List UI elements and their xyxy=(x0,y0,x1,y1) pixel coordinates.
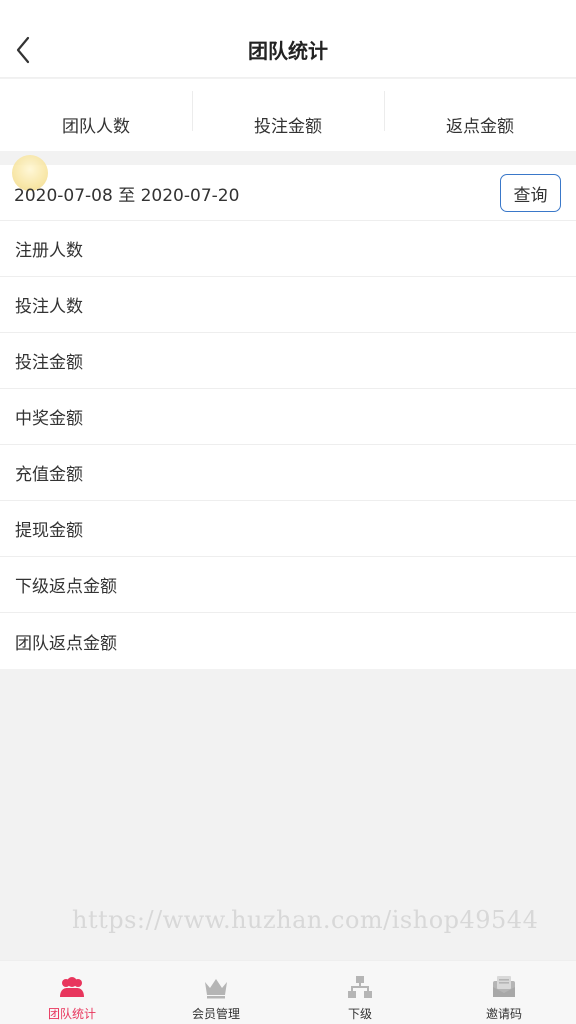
stat-row-withdraw-amount: 提现金额 xyxy=(0,501,576,557)
summary-bet-amount: 投注金额 xyxy=(192,79,384,151)
bottom-tabbar: 团队统计 会员管理 下级 邀请码 xyxy=(0,960,576,1024)
summary-rebate-amount: 返点金额 xyxy=(384,79,576,151)
summary-label: 返点金额 xyxy=(446,117,514,137)
stat-label: 投注人数 xyxy=(15,297,83,317)
stat-row-bet-amount: 投注金额 xyxy=(0,333,576,389)
crown-icon xyxy=(205,979,227,999)
envelope-icon xyxy=(493,976,515,997)
watermark: https://www.huzhan.com/ishop49544 xyxy=(72,906,539,934)
stats-list: 注册人数 投注人数 投注金额 中奖金额 充值金额 提现金额 下级返点金额 团队返… xyxy=(0,221,576,669)
tab-label: 下级 xyxy=(347,1007,372,1021)
stat-label: 提现金额 xyxy=(15,521,83,541)
tab-member-management[interactable]: 会员管理 xyxy=(144,961,288,1024)
tab-invite-code[interactable]: 邀请码 xyxy=(432,961,576,1024)
stat-label: 投注金额 xyxy=(15,353,83,373)
tab-team-stats[interactable]: 团队统计 xyxy=(0,961,144,1024)
hierarchy-icon xyxy=(348,976,372,998)
tab-label: 团队统计 xyxy=(47,1007,96,1021)
tab-subordinates[interactable]: 下级 xyxy=(288,961,432,1024)
stat-label: 中奖金额 xyxy=(15,409,83,429)
summary-bar: 团队人数 投注金额 返点金额 xyxy=(0,79,576,151)
date-filter-row: 2020-07-08 至 2020-07-20 查询 xyxy=(0,155,576,221)
stat-row-deposit-amount: 充值金额 xyxy=(0,445,576,501)
team-icon xyxy=(60,977,84,997)
header: 团队统计 xyxy=(0,0,576,78)
stat-row-registered: 注册人数 xyxy=(0,221,576,277)
stat-label: 充值金额 xyxy=(15,465,83,485)
tab-label: 会员管理 xyxy=(191,1007,240,1021)
summary-label: 团队人数 xyxy=(62,117,130,137)
stat-label: 团队返点金额 xyxy=(15,633,117,654)
date-range[interactable]: 2020-07-08 至 2020-07-20 xyxy=(14,181,239,206)
query-button[interactable]: 查询 xyxy=(500,174,561,212)
stat-row-sub-rebate: 下级返点金额 xyxy=(0,557,576,613)
stat-row-win-amount: 中奖金额 xyxy=(0,389,576,445)
tab-label: 邀请码 xyxy=(485,1007,522,1021)
stat-label: 注册人数 xyxy=(15,241,83,261)
stat-label: 下级返点金额 xyxy=(15,577,117,597)
summary-team-count: 团队人数 xyxy=(0,79,192,151)
page-title: 团队统计 xyxy=(248,39,328,63)
summary-label: 投注金额 xyxy=(254,117,322,137)
stat-row-bettors: 投注人数 xyxy=(0,277,576,333)
stat-row-team-rebate: 团队返点金额 xyxy=(0,613,576,669)
